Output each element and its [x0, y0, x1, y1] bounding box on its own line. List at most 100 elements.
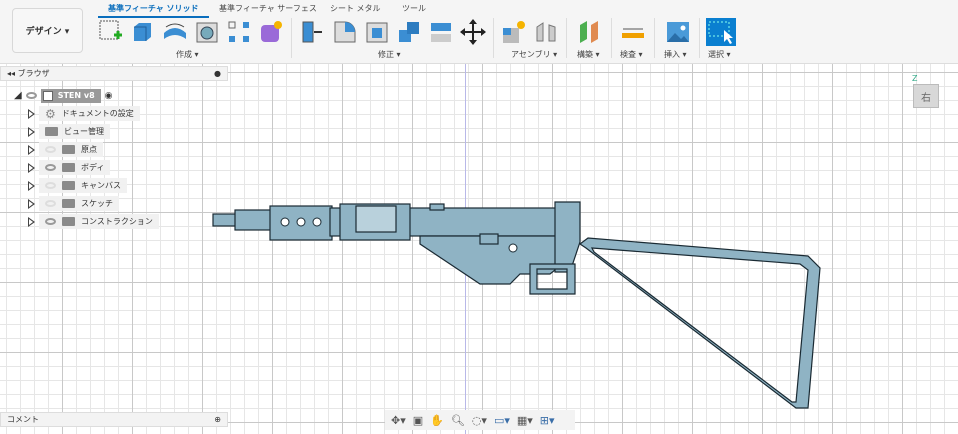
eye-hidden-icon[interactable]: [45, 182, 56, 189]
item-label: ビュー管理: [64, 127, 104, 136]
select-group-label[interactable]: 選択 ▾: [708, 49, 731, 60]
construct-group-label[interactable]: 構築 ▾: [577, 49, 600, 60]
zoom-icon[interactable]: 🔍︎: [451, 414, 465, 427]
expand-icon[interactable]: [28, 180, 35, 191]
comments-title: コメント: [7, 415, 39, 424]
fillet-icon[interactable]: [332, 19, 358, 45]
viewports-icon[interactable]: ⊞▾: [540, 414, 555, 427]
barrel-nut: [234, 209, 273, 231]
navigation-bar: ✥▾ ▣ ✋ 🔍︎ ◌▾ ▭▾ ▦▾ ⊞▾: [385, 410, 575, 430]
revolve-icon[interactable]: [162, 19, 188, 45]
stock: [578, 237, 821, 409]
create-form-icon[interactable]: [258, 19, 284, 45]
construct-plane-icon[interactable]: [577, 19, 603, 45]
move-icon[interactable]: [460, 19, 486, 45]
hole-icon[interactable]: [194, 19, 220, 45]
separator: [699, 18, 700, 58]
pattern-icon[interactable]: [226, 19, 252, 45]
expand-icon[interactable]: [28, 216, 35, 227]
new-component-icon[interactable]: [501, 19, 527, 45]
trigger-guard: [529, 263, 576, 295]
viewcube[interactable]: 右: [913, 84, 939, 108]
screw-block: [479, 233, 499, 245]
toolbar: デザイン ▾ 基準フィーチャ ソリッド 基準フィーチャ サーフェス シート メタ…: [0, 0, 958, 64]
modify-group-label[interactable]: 修正 ▾: [378, 49, 401, 60]
root-label: STEN v8: [57, 91, 95, 100]
expand-icon[interactable]: [28, 198, 35, 209]
separator: [493, 18, 494, 58]
browser-item[interactable]: 原点: [28, 142, 103, 157]
eye-icon[interactable]: [45, 218, 56, 225]
grid-settings-icon[interactable]: ▦▾: [517, 414, 533, 427]
add-comment-icon[interactable]: ⊕: [214, 415, 221, 424]
look-at-icon[interactable]: ▣: [413, 414, 423, 427]
axis-z-label: Z: [912, 74, 918, 83]
expand-icon[interactable]: [28, 162, 35, 173]
comments-panel[interactable]: コメント ⊕: [0, 412, 228, 427]
inspect-group-label[interactable]: 検査 ▾: [620, 49, 643, 60]
eye-hidden-icon[interactable]: [45, 146, 56, 153]
insert-image-icon[interactable]: [665, 19, 691, 45]
browser-header[interactable]: ◂◂ ブラウザ ●: [0, 66, 228, 81]
separator: [654, 18, 655, 58]
folder-icon: [45, 127, 58, 136]
browser-title: ブラウザ: [17, 69, 50, 78]
press-pull-icon[interactable]: [300, 19, 326, 45]
separator: [291, 18, 292, 58]
item-label: ドキュメントの設定: [61, 109, 134, 118]
item-label: ボディ: [81, 163, 105, 172]
canvas-viewport[interactable]: Z: [0, 64, 958, 434]
browser-item[interactable]: ビュー管理: [28, 124, 110, 139]
sten-model[interactable]: [0, 64, 958, 434]
activate-radio-icon[interactable]: ◉: [105, 91, 113, 101]
browser-item[interactable]: スケッチ: [28, 196, 119, 211]
browser-item[interactable]: ボディ: [28, 160, 111, 175]
shell-icon[interactable]: [364, 19, 390, 45]
item-label: キャンバス: [81, 181, 121, 190]
tab-solid[interactable]: 基準フィーチャ ソリッド: [98, 3, 209, 18]
joint-icon[interactable]: [533, 19, 559, 45]
rear-cap: [554, 201, 581, 273]
item-label: コンストラクション: [81, 217, 153, 226]
eye-icon[interactable]: [25, 92, 37, 99]
orbit-icon[interactable]: ✥▾: [391, 414, 406, 427]
tab-sheet-metal[interactable]: シート メタル: [330, 3, 381, 14]
folder-icon: [62, 217, 75, 226]
gear-icon: ⚙: [45, 106, 56, 121]
pan-icon[interactable]: ✋: [430, 414, 444, 427]
minimize-icon[interactable]: ●: [214, 69, 221, 78]
item-label: スケッチ: [81, 199, 113, 208]
select-icon[interactable]: [706, 18, 736, 46]
item-label: 原点: [81, 145, 97, 154]
tab-surface[interactable]: 基準フィーチャ サーフェス: [219, 3, 317, 14]
measure-icon[interactable]: [620, 19, 646, 45]
insert-group-label[interactable]: 挿入 ▾: [664, 49, 687, 60]
separator: [566, 18, 567, 58]
create-sketch-icon[interactable]: [98, 19, 124, 45]
expand-icon[interactable]: [28, 126, 35, 137]
folder-icon: [62, 163, 75, 172]
split-face-icon[interactable]: [428, 19, 454, 45]
browser-item[interactable]: キャンバス: [28, 178, 127, 193]
combine-icon[interactable]: [396, 19, 422, 45]
extrude-icon[interactable]: [130, 19, 156, 45]
browser-item[interactable]: コンストラクション: [28, 214, 159, 229]
folder-icon: [62, 199, 75, 208]
workspace-dropdown[interactable]: デザイン ▾: [12, 8, 83, 53]
component-icon: [42, 90, 53, 101]
folder-icon: [62, 145, 75, 154]
browser-item[interactable]: ⚙ ドキュメントの設定: [28, 106, 140, 121]
collapse-icon[interactable]: ◂◂: [7, 69, 15, 78]
eye-hidden-icon[interactable]: [45, 200, 56, 207]
tab-tools[interactable]: ツール: [402, 3, 426, 14]
browser-root[interactable]: ◢ STEN v8 ◉: [14, 88, 113, 103]
create-group-label[interactable]: 作成 ▾: [176, 49, 199, 60]
fit-icon[interactable]: ◌▾: [472, 414, 487, 427]
collapse-triangle-icon[interactable]: ◢: [14, 90, 22, 101]
display-settings-icon[interactable]: ▭▾: [494, 414, 510, 427]
expand-icon[interactable]: [28, 108, 35, 119]
assemble-group-label[interactable]: アセンブリ ▾: [511, 49, 557, 60]
eye-icon[interactable]: [45, 164, 56, 171]
root-component[interactable]: STEN v8: [40, 88, 101, 103]
expand-icon[interactable]: [28, 144, 35, 155]
